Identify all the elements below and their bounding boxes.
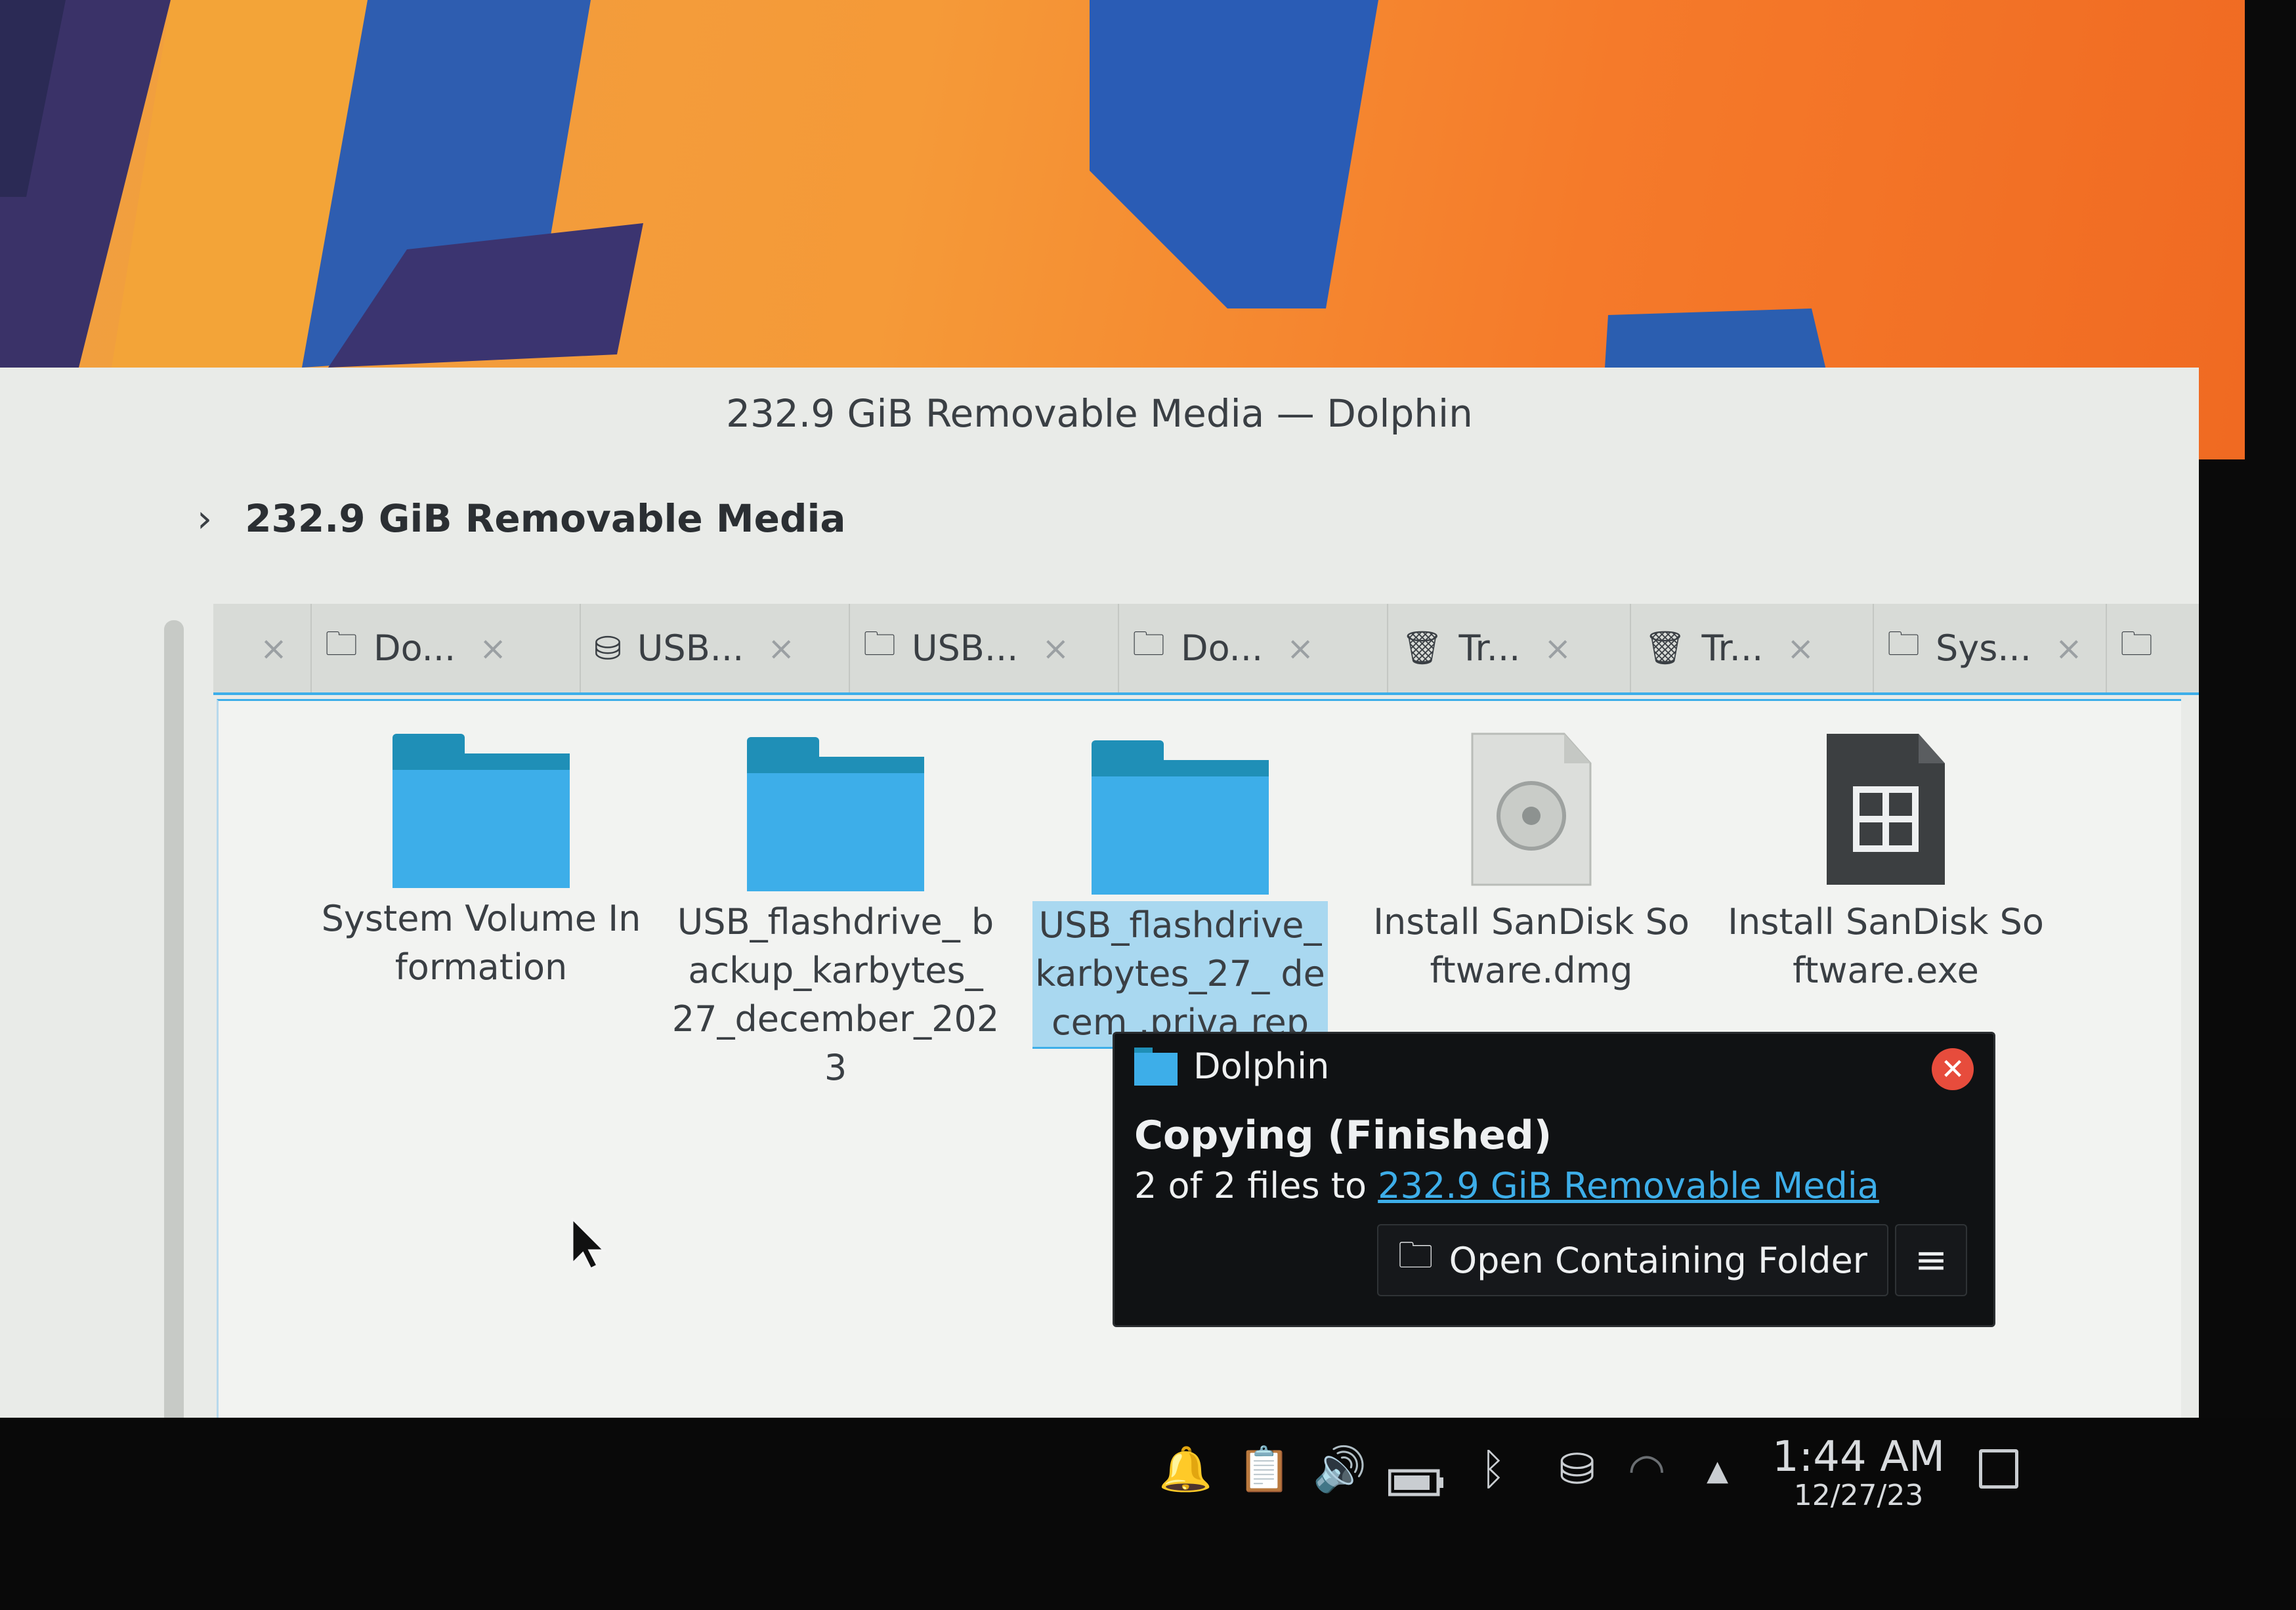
clock[interactable]: 1:44 AM 12/27/23 xyxy=(1772,1434,1945,1512)
notification-actions: 🗀 Open Containing Folder ≡ xyxy=(1376,1224,1967,1296)
tab-label: Sys... xyxy=(1936,627,2031,669)
breadcrumb-chevron-icon[interactable]: › xyxy=(197,496,212,541)
battery-icon[interactable] xyxy=(1388,1457,1445,1508)
taskbar xyxy=(0,1418,2296,1610)
close-icon[interactable]: × xyxy=(2055,629,2083,667)
file-name: Install SanDisk Software.dmg xyxy=(1373,901,1690,991)
menu-icon[interactable]: ≡ xyxy=(1895,1224,1967,1296)
volume-icon[interactable]: 🔊 xyxy=(1313,1444,1367,1495)
close-icon[interactable]: × xyxy=(1042,629,1069,667)
notification-header: Dolphin xyxy=(1134,1046,1329,1087)
notification-body-text: 2 of 2 files to xyxy=(1134,1165,1378,1206)
close-icon[interactable]: × xyxy=(1544,629,1571,667)
copy-notification[interactable]: Dolphin ✕ Copying (Finished) 2 of 2 file… xyxy=(1113,1032,1995,1327)
bluetooth-icon[interactable]: ᛒ xyxy=(1480,1444,1506,1494)
mouse-cursor-icon xyxy=(571,1216,610,1273)
close-icon[interactable]: × xyxy=(479,629,507,667)
tab-label: USB... xyxy=(912,627,1019,669)
folder-icon: 🗀 xyxy=(1887,625,1920,663)
places-panel-scrollbar[interactable] xyxy=(164,620,184,1428)
close-icon[interactable]: × xyxy=(767,629,795,667)
close-icon[interactable]: × xyxy=(260,629,287,667)
clock-date: 12/27/23 xyxy=(1793,1479,1924,1512)
tab-overflow[interactable]: 🗀 xyxy=(2107,604,2153,692)
folder-icon: 🗀 xyxy=(1397,1235,1434,1276)
folder-icon: 🗀 xyxy=(1132,625,1165,663)
tab-label: Tr... xyxy=(1458,627,1521,669)
folder-icon xyxy=(1134,1047,1178,1086)
expand-tray-icon[interactable]: ▴ xyxy=(1707,1444,1728,1494)
tab-label: USB... xyxy=(637,627,744,669)
close-icon[interactable]: × xyxy=(1787,629,1814,667)
tab-downloads[interactable]: 🗀 Do... × xyxy=(312,604,581,692)
tab-label: Tr... xyxy=(1701,627,1764,669)
executable-icon xyxy=(1820,727,1951,891)
open-containing-folder-label: Open Containing Folder xyxy=(1449,1239,1867,1281)
wifi-icon[interactable]: ◠ xyxy=(1628,1444,1666,1494)
window-titlebar[interactable]: 232.9 GiB Removable Media — Dolphin xyxy=(0,368,2199,459)
file-name: Install SanDisk Software.exe xyxy=(1728,901,2044,991)
close-icon[interactable]: × xyxy=(1286,629,1314,667)
breadcrumb-current[interactable]: 232.9 GiB Removable Media xyxy=(245,496,845,541)
tab-close-leftover[interactable]: × xyxy=(213,604,312,692)
notification-app-name: Dolphin xyxy=(1193,1046,1330,1087)
folder-icon: 🗀 xyxy=(325,625,358,663)
usb-drive-icon[interactable]: ⛁ xyxy=(1559,1444,1595,1494)
drive-icon: ⛁ xyxy=(594,629,622,667)
tab-usb-2[interactable]: 🗀 USB... × xyxy=(850,604,1119,692)
breadcrumb: › 232.9 GiB Removable Media xyxy=(0,479,2199,558)
notification-body: 2 of 2 files to 232.9 GiB Removable Medi… xyxy=(1134,1165,1879,1206)
tab-trash-1[interactable]: 🗑 Tr... × xyxy=(1388,604,1631,692)
file-item[interactable]: USB_flashdrive_ backup_karbytes_ 27_dece… xyxy=(671,737,1000,1092)
file-item[interactable]: Install SanDisk Software.dmg xyxy=(1367,727,1695,995)
file-item-selected[interactable]: USB_flashdrive_ karbytes_27_ decem .priv… xyxy=(1016,740,1344,1049)
tab-usb-1[interactable]: ⛁ USB... × xyxy=(581,604,850,692)
folder-icon xyxy=(393,734,570,888)
open-containing-folder-button[interactable]: 🗀 Open Containing Folder xyxy=(1376,1224,1888,1296)
tab-trash-2[interactable]: 🗑 Tr... × xyxy=(1631,604,1874,692)
folder-icon: 🗀 xyxy=(863,625,896,663)
tab-label: Do... xyxy=(373,627,456,669)
file-name: System Volume Information xyxy=(321,898,641,988)
tab-bar: × 🗀 Do... × ⛁ USB... × 🗀 USB... × 🗀 Do..… xyxy=(213,604,2199,695)
disk-image-icon xyxy=(1466,727,1597,891)
tab-system[interactable]: 🗀 Sys... × xyxy=(1874,604,2107,692)
trash-icon: 🗑 xyxy=(1644,629,1686,667)
folder-icon xyxy=(747,737,924,891)
file-item[interactable]: System Volume Information xyxy=(317,734,645,992)
folder-icon: 🗀 xyxy=(2120,625,2153,663)
trash-icon: 🗑 xyxy=(1401,629,1443,667)
destination-link[interactable]: 232.9 GiB Removable Media xyxy=(1378,1165,1879,1206)
window-title: 232.9 GiB Removable Media — Dolphin xyxy=(726,391,1473,436)
notification-title: Copying (Finished) xyxy=(1134,1112,1552,1158)
show-desktop-icon[interactable] xyxy=(1979,1449,2018,1489)
tab-downloads-2[interactable]: 🗀 Do... × xyxy=(1119,604,1388,692)
file-name: USB_flashdrive_ backup_karbytes_ 27_dece… xyxy=(671,901,1000,1088)
notifications-icon[interactable]: 🔔 xyxy=(1159,1444,1212,1495)
clipboard-icon[interactable]: 📋 xyxy=(1237,1444,1291,1495)
clock-time: 1:44 AM xyxy=(1772,1433,1945,1481)
file-name: USB_flashdrive_ karbytes_27_ decem .priv… xyxy=(1035,904,1325,1043)
folder-icon xyxy=(1092,740,1269,895)
file-item[interactable]: Install SanDisk Software.exe xyxy=(1722,727,2050,995)
close-icon[interactable]: ✕ xyxy=(1932,1048,1974,1090)
tab-label: Do... xyxy=(1181,627,1264,669)
